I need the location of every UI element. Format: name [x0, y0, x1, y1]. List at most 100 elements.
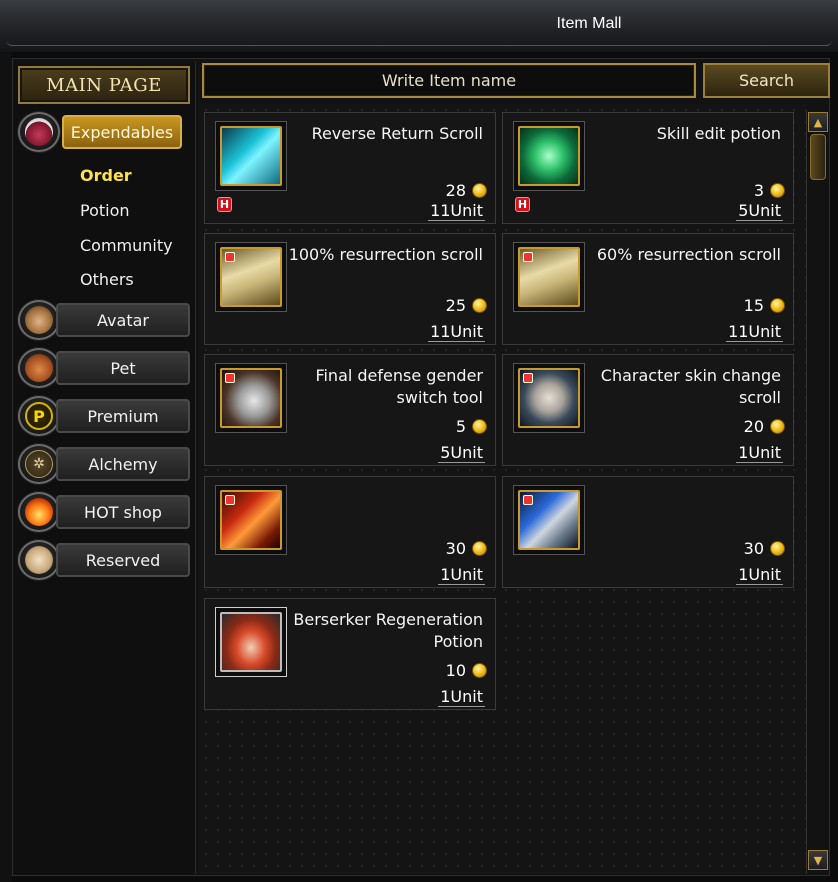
item-grid: H Reverse Return Scroll 28 11Unit H Skil… [200, 104, 806, 874]
tag-marker [523, 252, 533, 262]
flame-icon [18, 492, 60, 532]
category-label: Reserved [56, 543, 190, 577]
gender-switch-tool-icon [215, 363, 287, 433]
price-value: 5 [455, 417, 466, 436]
reserved-bag-icon [18, 540, 60, 580]
category-label: HOT shop [56, 495, 190, 529]
item-unit: 11Unit [428, 322, 485, 342]
scroll-thumb[interactable] [810, 134, 826, 180]
window-title: Item Mall [556, 15, 622, 32]
item-card[interactable]: Final defense gender switch tool 5 5Unit [204, 354, 496, 466]
item-card[interactable]: Berserker Regeneration Potion 10 1Unit [204, 598, 496, 710]
gold-coin-icon [472, 541, 487, 556]
gold-coin-icon [472, 298, 487, 313]
item-card[interactable]: Character skin change scroll 20 1Unit [502, 354, 794, 466]
item-name: Berserker Regeneration Potion [293, 610, 483, 651]
search-input[interactable]: Write Item name [202, 63, 696, 98]
price-value: 15 [743, 296, 764, 315]
resurrection-scroll-icon [513, 242, 585, 312]
category-hot-shop[interactable]: HOT shop [16, 492, 192, 532]
item-unit: 5Unit [736, 201, 783, 221]
tag-marker [523, 373, 533, 383]
item-card[interactable]: 100% resurrection scroll 25 11Unit [204, 233, 496, 345]
potion-flask-icon [18, 112, 60, 152]
grid-scrollbar[interactable]: ▲ ▼ [806, 110, 828, 874]
category-avatar[interactable]: Avatar [16, 300, 192, 340]
price-value: 3 [753, 181, 764, 200]
gold-coin-icon [770, 541, 785, 556]
category-label: Expendables [62, 115, 182, 149]
category-reserved[interactable]: Reserved [16, 540, 192, 580]
item-price: 3 [754, 181, 785, 200]
gold-coin-icon [472, 419, 487, 434]
item-name: Character skin change scroll [600, 366, 781, 407]
window-title-bar: Item Mall [0, 0, 838, 52]
item-card[interactable]: 30 1Unit [502, 476, 794, 588]
skill-potion-icon [513, 121, 585, 191]
main-page-button[interactable]: MAIN PAGE [18, 66, 190, 104]
subcategory-community[interactable]: Community [80, 236, 173, 255]
subcategory-potion[interactable]: Potion [80, 201, 130, 220]
scroll-down-arrow-icon[interactable]: ▼ [808, 850, 828, 870]
item-unit: 1Unit [736, 565, 783, 585]
category-alchemy[interactable]: ✲ Alchemy [16, 444, 192, 484]
item-card[interactable]: 30 1Unit [204, 476, 496, 588]
subcategory-others[interactable]: Others [80, 270, 134, 289]
category-label: Alchemy [56, 447, 190, 481]
skin-change-scroll-icon [513, 363, 585, 433]
price-value: 28 [445, 181, 466, 200]
item-unit: 1Unit [438, 687, 485, 707]
gold-coin-icon [472, 663, 487, 678]
item-price: 30 [446, 539, 487, 558]
price-value: 30 [445, 539, 466, 558]
item-unit: 11Unit [428, 201, 485, 221]
category-expendables[interactable]: Expendables [16, 112, 192, 152]
price-value: 10 [445, 661, 466, 680]
item-price: 15 [744, 296, 785, 315]
gold-coin-icon [472, 183, 487, 198]
item-card[interactable]: H Skill edit potion 3 5Unit [502, 112, 794, 224]
gold-coin-icon [770, 183, 785, 198]
category-label: Premium [56, 399, 190, 433]
hot-badge: H [217, 197, 232, 212]
tag-marker [523, 495, 533, 505]
berserker-potion-icon [215, 607, 287, 677]
item-name: Final defense gender switch tool [315, 366, 483, 407]
item-price: 5 [456, 417, 487, 436]
tag-marker [225, 495, 235, 505]
gold-coin-icon [770, 298, 785, 313]
price-value: 30 [743, 539, 764, 558]
gold-coin-icon [770, 419, 785, 434]
item-price: 10 [446, 661, 487, 680]
category-label: Avatar [56, 303, 190, 337]
fire-axe-icon [215, 485, 287, 555]
alchemy-circle-icon: ✲ [18, 444, 60, 484]
item-price: 25 [446, 296, 487, 315]
subcategory-order[interactable]: Order [80, 166, 132, 185]
item-unit: 5Unit [438, 443, 485, 463]
item-name: 60% resurrection scroll [596, 245, 781, 264]
resurrection-scroll-icon [215, 242, 287, 312]
scroll-up-arrow-icon[interactable]: ▲ [808, 112, 828, 132]
blue-shield-icon [513, 485, 585, 555]
category-premium[interactable]: P Premium [16, 396, 192, 436]
price-value: 20 [743, 417, 764, 436]
tag-marker [225, 252, 235, 262]
item-price: 30 [744, 539, 785, 558]
price-value: 25 [445, 296, 466, 315]
category-label: Pet [56, 351, 190, 385]
item-unit: 1Unit [438, 565, 485, 585]
tag-marker [225, 373, 235, 383]
left-edge [0, 52, 12, 882]
category-pet[interactable]: Pet [16, 348, 192, 388]
avatar-face-icon [18, 300, 60, 340]
premium-p-icon: P [18, 396, 60, 436]
item-card[interactable]: 60% resurrection scroll 15 11Unit [502, 233, 794, 345]
item-name: Skill edit potion [656, 124, 781, 143]
item-card[interactable]: H Reverse Return Scroll 28 11Unit [204, 112, 496, 224]
item-name: Reverse Return Scroll [311, 124, 483, 143]
search-button[interactable]: Search [703, 63, 830, 98]
item-price: 20 [744, 417, 785, 436]
pet-squirrel-icon [18, 348, 60, 388]
item-price: 28 [446, 181, 487, 200]
